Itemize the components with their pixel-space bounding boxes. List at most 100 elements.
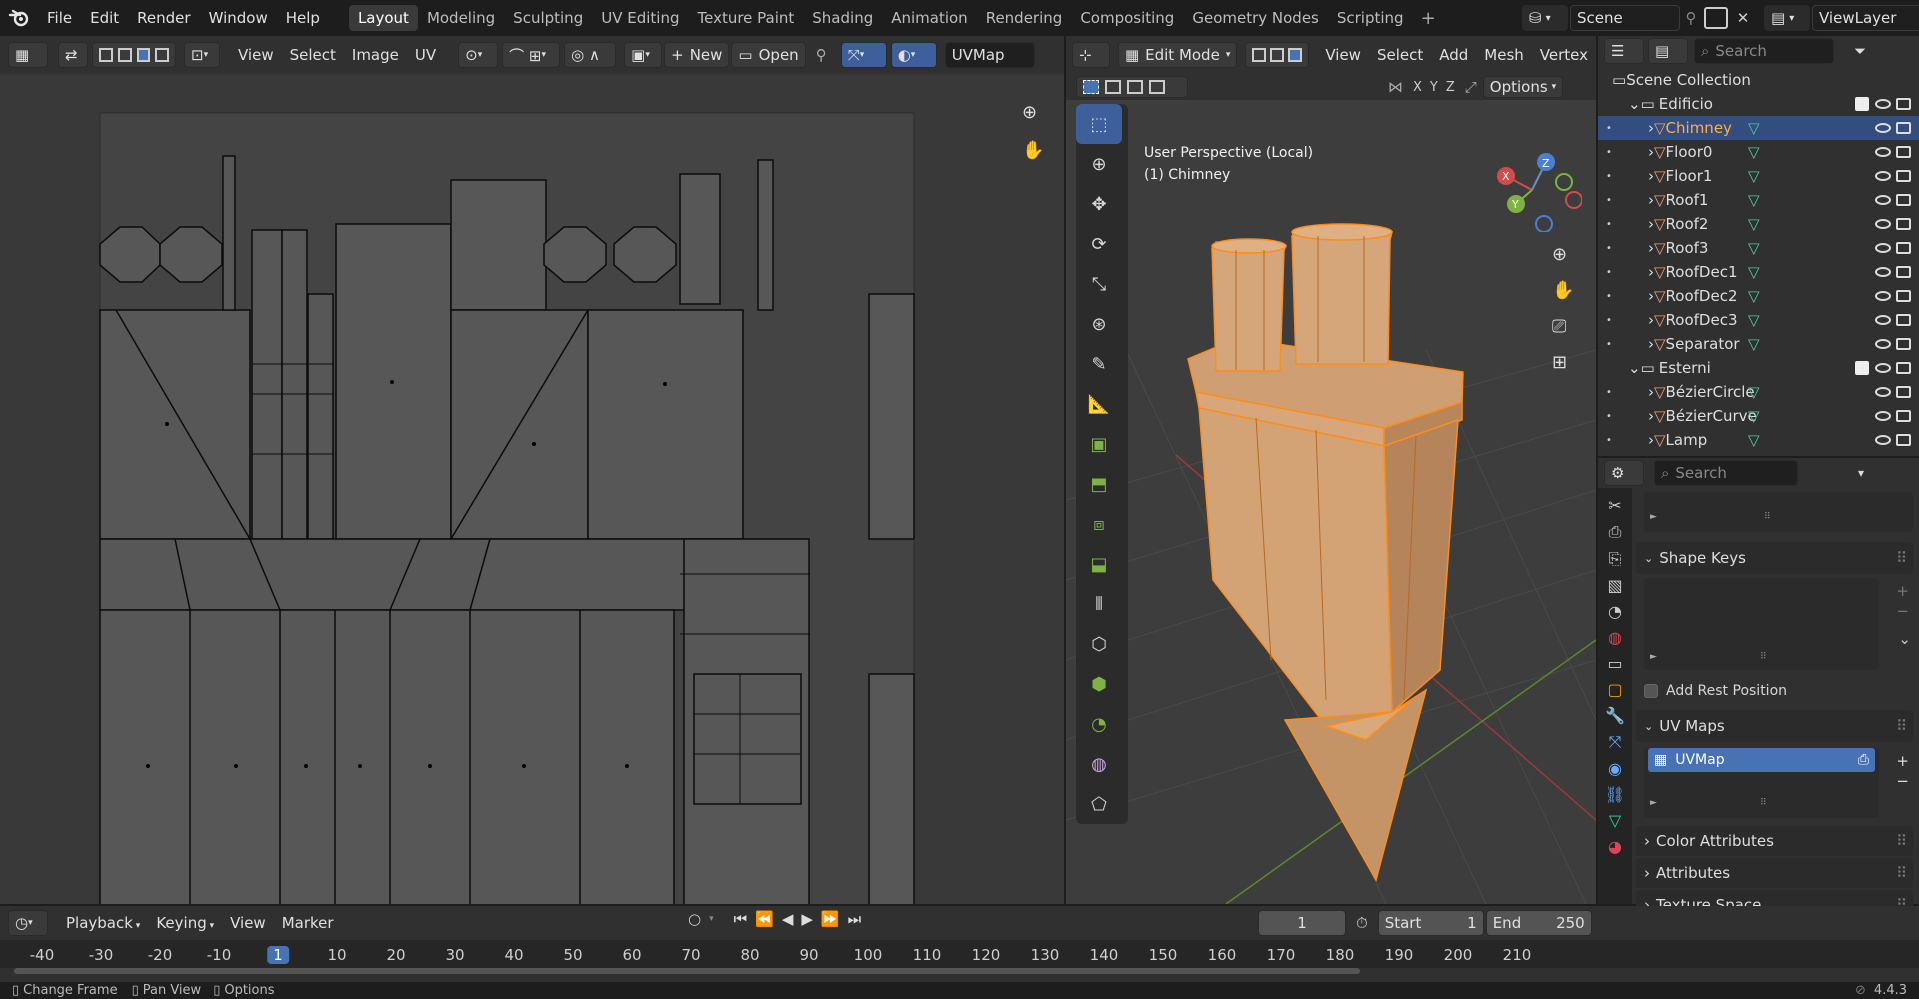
select-extend-icon[interactable] <box>1105 80 1121 94</box>
perspective-toggle-icon[interactable]: ⊞ <box>1552 352 1567 373</box>
render-camera-icon[interactable] <box>1896 218 1911 230</box>
uv-menu-view[interactable]: View <box>230 46 282 64</box>
new-image-button[interactable]: + New <box>664 42 730 68</box>
mesh-data-icon[interactable]: ▽ <box>1748 263 1760 281</box>
object-tab-icon[interactable]: ▢ <box>1607 680 1622 699</box>
options-dropdown[interactable]: Options ▾ <box>1482 76 1564 98</box>
loop-cut-tool[interactable]: ⫴ <box>1076 584 1122 624</box>
list-resize-handle[interactable]: ⠿ <box>1764 512 1771 522</box>
list-resize-handle[interactable]: ⠿ <box>1760 652 1767 662</box>
menu-file[interactable]: File <box>38 9 81 27</box>
pivot-selector[interactable]: ⊙ ▾ <box>458 42 499 68</box>
menu-edit[interactable]: Edit <box>81 9 128 27</box>
transform-tool[interactable]: ⊛ <box>1076 304 1122 344</box>
uv-sync-selection-toggle[interactable]: ⇄ <box>58 42 88 68</box>
scene-tab-icon[interactable]: ◔ <box>1608 602 1622 621</box>
outliner-item-lamp[interactable]: • › ▽ Lamp ▽ <box>1598 428 1919 452</box>
outliner-item-roof2[interactable]: • › ▽ Roof2 ▽ <box>1598 212 1919 236</box>
view-layer-name-field[interactable]: ViewLayer <box>1812 5 1919 31</box>
tab-sculpting[interactable]: Sculpting <box>504 5 592 31</box>
render-camera-icon[interactable] <box>1896 434 1911 446</box>
collapse-icon[interactable]: ⌄ <box>1628 359 1641 377</box>
remove-shape-key-icon[interactable]: − <box>1896 602 1909 620</box>
mesh-data-icon[interactable]: ▽ <box>1748 383 1760 401</box>
mirror-axis-x[interactable]: X <box>1409 80 1426 95</box>
material-tab-icon[interactable]: ◕ <box>1608 837 1622 856</box>
outliner-item-floor0[interactable]: • › ▽ Floor0 ▽ <box>1598 140 1919 164</box>
menu-help[interactable]: Help <box>277 9 329 27</box>
outliner-item-roofdec3[interactable]: • › ▽ RoofDec3 ▽ <box>1598 308 1919 332</box>
inset-tool[interactable]: ⧈ <box>1076 504 1122 544</box>
panel-attributes[interactable]: › Attributes ⠿ <box>1636 858 1913 888</box>
measure-tool[interactable]: 📐 <box>1076 384 1122 424</box>
view-layer-tab-icon[interactable]: ▧ <box>1607 576 1622 595</box>
drag-handle-icon[interactable]: ⠿ <box>1896 549 1907 567</box>
render-camera-icon[interactable] <box>1896 410 1911 422</box>
collection-checkbox[interactable] <box>1855 97 1869 111</box>
panel-color-attributes[interactable]: › Color Attributes ⠿ <box>1636 826 1913 856</box>
preview-range-icon[interactable]: ⏱ <box>1356 914 1368 932</box>
vertex-select-icon[interactable] <box>1252 48 1267 62</box>
outliner-search[interactable]: ⌕ Search <box>1694 38 1834 64</box>
outliner-item-floor1[interactable]: • › ▽ Floor1 ▽ <box>1598 164 1919 188</box>
zoom-icon[interactable]: ⊕ <box>1022 102 1037 123</box>
viewport-menu-view[interactable]: View <box>1317 46 1369 64</box>
edge-mode-icon[interactable] <box>117 48 132 62</box>
menu-window[interactable]: Window <box>200 9 277 27</box>
tool-tab-icon[interactable]: ✂ <box>1608 496 1621 515</box>
timeline-menu-playback[interactable]: Playback ▾ <box>58 914 148 932</box>
render-tab-icon[interactable]: ⎙ <box>1609 522 1622 542</box>
auto-merge-icon[interactable]: ⤢ <box>1465 78 1477 96</box>
tab-scripting[interactable]: Scripting <box>1328 5 1413 31</box>
zoom-view-icon[interactable]: ⊕ <box>1552 244 1567 265</box>
uv-menu-uv[interactable]: UV <box>407 46 444 64</box>
visibility-eye-icon[interactable] <box>1875 99 1891 109</box>
mesh-data-icon[interactable]: ▽ <box>1748 119 1760 137</box>
add-uv-map-icon[interactable]: + <box>1896 752 1909 770</box>
list-expand-icon[interactable]: ► <box>1650 798 1657 808</box>
frame-ruler[interactable]: -40 -30 -20 -10 1 10 20 30 40 50 60 70 80 90 100 110 120… <box>0 940 1919 968</box>
shape-keys-panel[interactable]: ⌄ Shape Keys ⠿ <box>1636 542 1913 574</box>
annotate-tool[interactable]: ✎ <box>1076 344 1122 384</box>
rotate-tool[interactable]: ⟳ <box>1076 224 1122 264</box>
render-camera-icon[interactable] <box>1896 146 1911 158</box>
mesh-data-icon[interactable]: ▽ <box>1748 407 1760 425</box>
visibility-eye-icon[interactable] <box>1875 435 1891 445</box>
extrude-tool[interactable]: ⬒ <box>1076 464 1122 504</box>
outliner-item-roofdec2[interactable]: • › ▽ RoofDec2 ▽ <box>1598 284 1919 308</box>
image-browse[interactable]: ▣ ▾ <box>624 42 663 68</box>
navigation-gizmo[interactable]: Z X Y <box>1482 132 1583 233</box>
proportional-edit-toggle[interactable]: ◎ ∧ <box>564 42 617 68</box>
modifier-tab-icon[interactable]: 🔧 <box>1605 706 1625 725</box>
start-frame-field[interactable]: Start 1 <box>1377 910 1484 936</box>
play-icon[interactable]: ▶ <box>801 910 813 928</box>
visibility-eye-icon[interactable] <box>1875 363 1891 373</box>
visibility-eye-icon[interactable] <box>1875 123 1891 133</box>
move-tool[interactable]: ✥ <box>1076 184 1122 224</box>
render-camera-icon[interactable] <box>1896 122 1911 134</box>
uv-select-mode-group[interactable] <box>92 42 176 68</box>
output-tab-icon[interactable]: ⎘ <box>1609 549 1622 569</box>
render-camera-icon[interactable] <box>1896 362 1911 374</box>
play-reverse-icon[interactable]: ◀ <box>782 910 794 928</box>
render-camera-icon[interactable] <box>1896 314 1911 326</box>
bevel-tool[interactable]: ⬓ <box>1076 544 1122 584</box>
add-cube-tool[interactable]: ▣ <box>1076 424 1122 464</box>
tab-modeling[interactable]: Modeling <box>418 5 504 31</box>
outliner-editor-type[interactable]: ☰ <box>1604 38 1644 64</box>
mesh-data-icon[interactable]: ▽ <box>1748 191 1760 209</box>
visibility-eye-icon[interactable] <box>1875 315 1891 325</box>
pan-hand-icon[interactable]: ✋ <box>1022 140 1044 161</box>
visibility-eye-icon[interactable] <box>1875 171 1891 181</box>
physics-tab-icon[interactable]: ◉ <box>1608 759 1622 778</box>
tab-uv-editing[interactable]: UV Editing <box>592 5 688 31</box>
drag-handle-icon[interactable]: ⠿ <box>1896 717 1907 735</box>
uv-maps-list[interactable]: ▦ UVMap ⎙ ► ⠿ + − <box>1644 748 1909 818</box>
outliner-item-roofdec1[interactable]: • › ▽ RoofDec1 ▽ <box>1598 260 1919 284</box>
uv-menu-image[interactable]: Image <box>344 46 407 64</box>
open-image-button[interactable]: ▭ Open <box>731 42 806 68</box>
render-camera-icon[interactable] <box>1896 98 1911 110</box>
jump-keyframe-back-icon[interactable]: ⏪ <box>755 910 774 928</box>
outliner-item-chimney[interactable]: • › ▽ Chimney ▽ <box>1598 116 1919 140</box>
new-scene-icon[interactable] <box>1704 7 1728 29</box>
